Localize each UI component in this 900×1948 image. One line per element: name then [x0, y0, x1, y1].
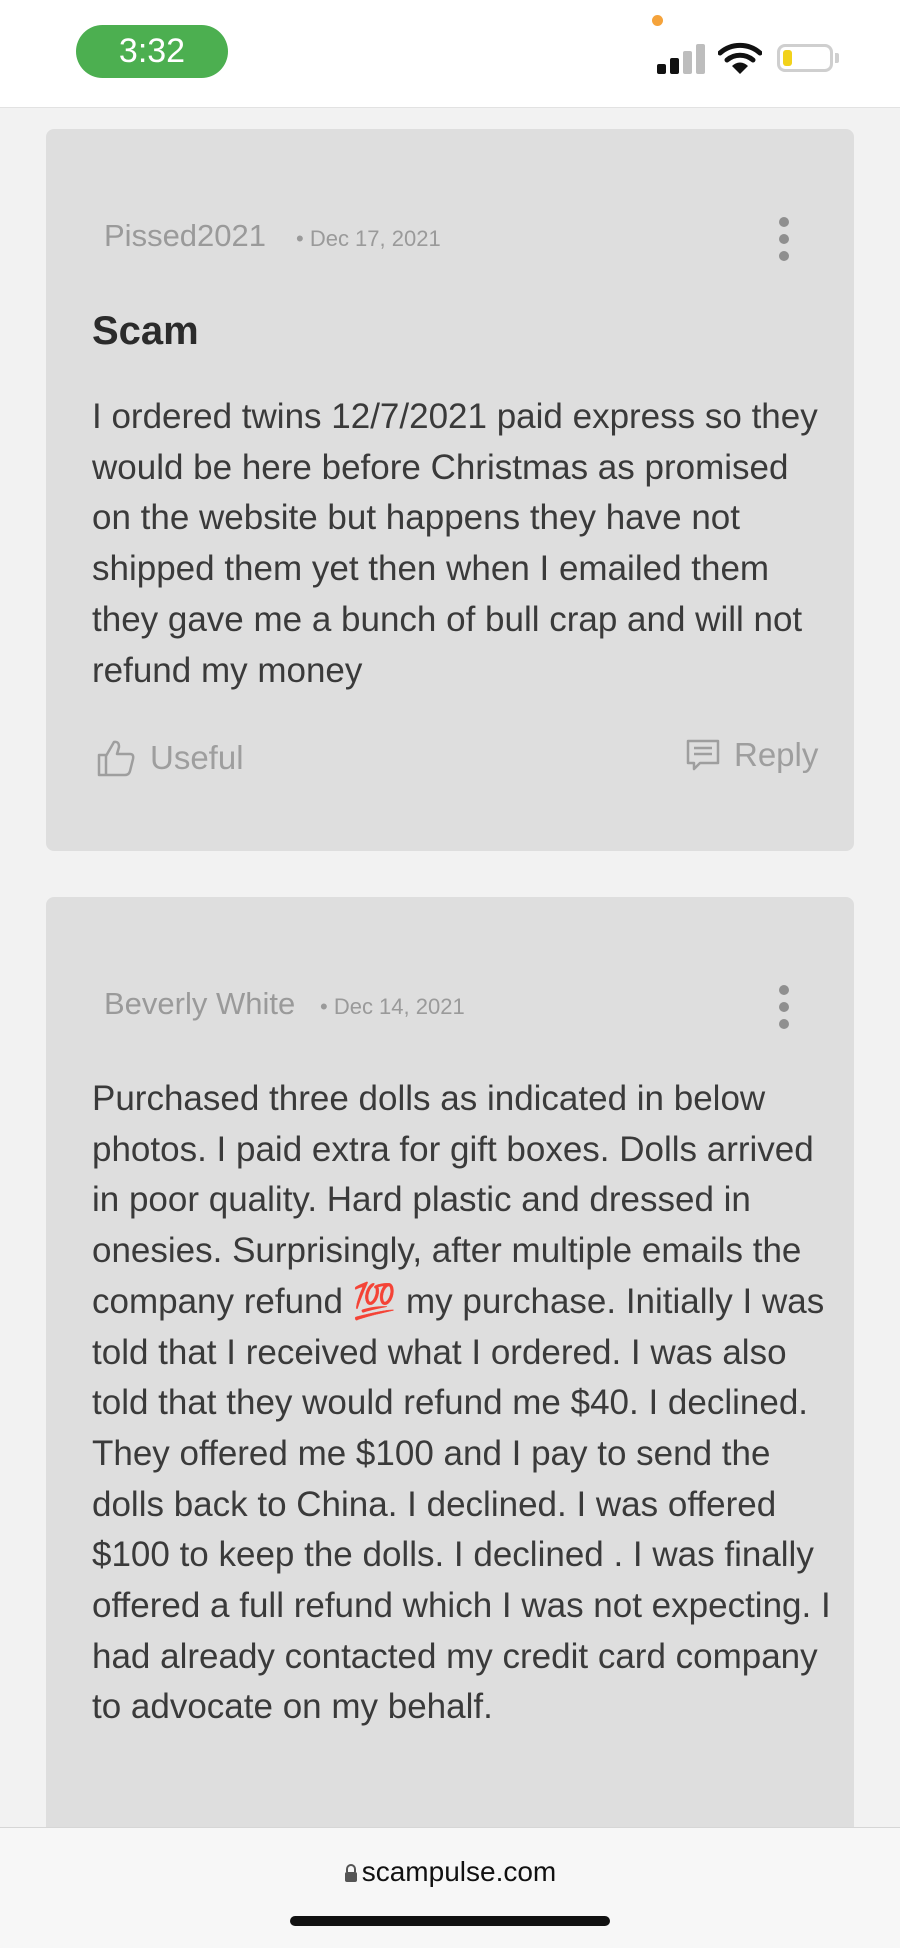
url-text: scampulse.com [361, 1856, 557, 1887]
wifi-icon [718, 42, 762, 74]
review-date: • Dec 17, 2021 [296, 226, 441, 251]
home-indicator[interactable] [290, 1916, 610, 1926]
useful-button[interactable]: Useful [96, 739, 244, 777]
useful-label: Useful [150, 739, 244, 776]
battery-tip [835, 53, 839, 63]
signal-icon [657, 44, 705, 74]
battery-icon [777, 44, 833, 72]
review-body: I ordered twins 12/7/2021 paid express s… [92, 397, 818, 690]
reviewer-name[interactable]: Pissed2021 [104, 218, 266, 254]
reviewer-name[interactable]: Beverly White [104, 986, 295, 1022]
battery-level [783, 50, 792, 66]
review-card: Pissed2021 • Dec 17, 2021 Scam I ordered… [46, 129, 854, 851]
more-options-icon[interactable] [778, 985, 790, 1029]
lock-icon [344, 1864, 357, 1882]
review-card: Beverly White • Dec 14, 2021 Purchased t… [46, 897, 854, 1947]
status-time: 3:32 [76, 25, 228, 78]
review-body: Purchased three dolls as indicated in be… [92, 1079, 831, 1727]
url-display[interactable]: scampulse.com [0, 1856, 900, 1888]
reply-button[interactable]: Reply [686, 736, 818, 774]
camera-indicator-icon [652, 15, 663, 26]
browser-url-bar[interactable]: scampulse.com [0, 1827, 900, 1948]
review-date: • Dec 14, 2021 [320, 994, 465, 1019]
review-title: Scam [92, 309, 199, 353]
reply-label: Reply [734, 736, 819, 773]
more-options-icon[interactable] [778, 217, 790, 261]
thumbs-up-icon [97, 740, 135, 777]
status-bar: 3:32 [0, 0, 900, 108]
reply-icon [686, 739, 720, 771]
